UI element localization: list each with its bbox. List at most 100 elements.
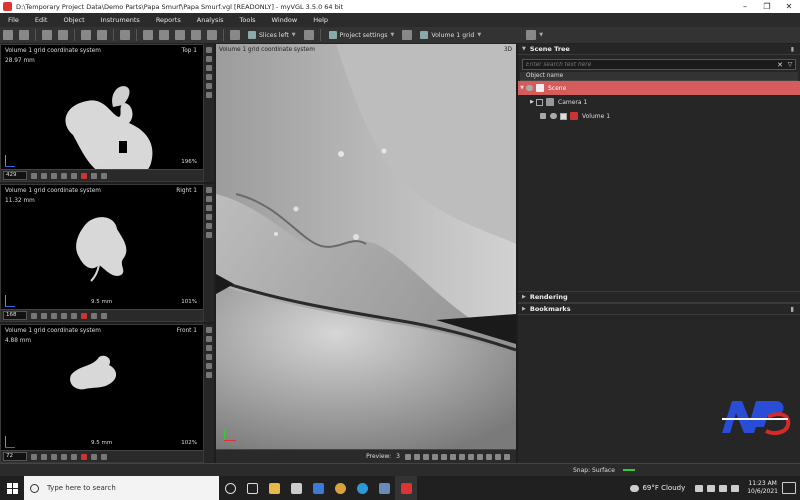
tool-icon[interactable] — [61, 312, 67, 319]
view-tool-icon[interactable] — [206, 345, 212, 351]
project-settings-dropdown[interactable]: Project settings ▼ — [324, 29, 400, 41]
expand-arrow-icon[interactable]: ▶ — [528, 99, 536, 105]
tool-icon[interactable] — [41, 312, 47, 319]
view-tool-icon[interactable] — [206, 92, 212, 98]
volume-icon[interactable] — [719, 484, 728, 492]
menu-help[interactable]: Help — [305, 16, 336, 24]
slice-view-front[interactable]: Volume 1 grid coordinate system Front 1 … — [0, 324, 204, 463]
taskbar-app-myvgl[interactable] — [395, 476, 417, 500]
visibility-icon[interactable] — [526, 85, 533, 91]
slice-view-top[interactable]: Volume 1 grid coordinate system Top 1 28… — [0, 44, 204, 182]
taskbar-app-chrome[interactable] — [329, 476, 351, 500]
redo-icon[interactable] — [58, 30, 68, 40]
tree-item-scene[interactable]: ▼ Scene — [518, 81, 800, 95]
view-tool-icon[interactable] — [206, 47, 212, 53]
tool-icon[interactable] — [91, 312, 97, 319]
view-tool-icon[interactable] — [206, 205, 212, 211]
view-tool-icon[interactable] — [206, 196, 212, 202]
minimize-button[interactable]: – — [734, 0, 756, 13]
render-tool-icon[interactable] — [477, 453, 483, 460]
slice-index-field[interactable]: 429 — [3, 171, 27, 180]
render-tool-icon[interactable] — [468, 453, 474, 460]
filter-icon[interactable]: ▽ — [785, 61, 795, 68]
render-tool-icon[interactable] — [414, 453, 420, 460]
render-tool-icon[interactable] — [486, 453, 492, 460]
tool-icon[interactable] — [51, 312, 57, 319]
3d-view[interactable]: Volume 1 grid coordinate system 3D — [216, 44, 516, 449]
delete-icon[interactable] — [81, 312, 87, 319]
tool-icon[interactable] — [31, 453, 37, 460]
menu-file[interactable]: File — [0, 16, 27, 24]
view-tool-icon[interactable] — [206, 83, 212, 89]
layout-icon[interactable] — [230, 30, 240, 40]
view-mode-icon[interactable] — [120, 30, 130, 40]
maximize-button[interactable]: ❐ — [756, 0, 778, 13]
render-tool-icon[interactable] — [450, 453, 456, 460]
slices-layout-dropdown[interactable]: Slices left ▼ — [243, 29, 301, 41]
render-tool-icon[interactable] — [459, 453, 465, 460]
view-tool-icon[interactable] — [206, 187, 212, 193]
clear-search-icon[interactable]: ✕ — [775, 61, 785, 69]
brush-icon[interactable] — [159, 30, 169, 40]
delete-icon[interactable] — [81, 453, 87, 460]
taskbar-app-explorer[interactable] — [263, 476, 285, 500]
tree-item-camera[interactable]: ▶ Camera 1 — [518, 95, 800, 109]
measure-icon[interactable] — [191, 30, 201, 40]
cortana-button[interactable] — [219, 476, 241, 500]
slice-index-field[interactable]: 168 — [3, 311, 27, 320]
tool-icon[interactable] — [71, 312, 77, 319]
tool-icon[interactable] — [51, 172, 57, 179]
taskbar-app-edge[interactable] — [351, 476, 373, 500]
view-tool-icon[interactable] — [206, 56, 212, 62]
tool-icon[interactable] — [71, 172, 77, 179]
keyboard-icon[interactable] — [731, 484, 740, 492]
tool-icon[interactable] — [71, 453, 77, 460]
tool-icon[interactable] — [41, 172, 47, 179]
move-tool-icon[interactable] — [97, 30, 107, 40]
expand-arrow-icon[interactable]: ▼ — [518, 85, 526, 91]
scene-search-input[interactable] — [523, 61, 775, 68]
fullscreen-icon[interactable] — [303, 30, 314, 40]
render-tool-icon[interactable] — [432, 453, 438, 460]
menu-analysis[interactable]: Analysis — [189, 16, 232, 24]
menu-reports[interactable]: Reports — [148, 16, 189, 24]
tree-item-volume[interactable]: Volume 1 — [518, 109, 800, 123]
align-icon[interactable] — [207, 30, 217, 40]
taskbar-app-mail[interactable] — [307, 476, 329, 500]
camera-checkbox[interactable] — [536, 98, 543, 106]
view-tool-icon[interactable] — [206, 232, 212, 238]
tool-icon[interactable] — [31, 312, 37, 319]
menu-tools[interactable]: Tools — [232, 16, 264, 24]
tool-icon[interactable] — [61, 453, 67, 460]
undo-icon[interactable] — [42, 30, 52, 40]
view-tool-icon[interactable] — [206, 354, 212, 360]
render-tool-icon[interactable] — [423, 453, 429, 460]
tool-icon[interactable] — [91, 172, 97, 179]
open-folder-icon[interactable] — [19, 30, 29, 40]
render-tool-icon[interactable] — [504, 453, 510, 460]
menu-edit[interactable]: Edit — [27, 16, 56, 24]
preview-value[interactable]: 3 — [396, 453, 400, 460]
pointer-icon[interactable] — [143, 30, 153, 40]
tool-icon[interactable] — [41, 453, 47, 460]
volume-checkbox[interactable] — [560, 112, 567, 120]
menu-window[interactable]: Window — [264, 16, 306, 24]
wrench-icon[interactable] — [402, 30, 413, 40]
render-tool-icon[interactable] — [405, 453, 411, 460]
render-tool-icon[interactable] — [441, 453, 447, 460]
view-tool-icon[interactable] — [206, 214, 212, 220]
pin-icon[interactable]: ▮ — [790, 305, 794, 313]
coordinate-system-dropdown[interactable]: Volume 1 grid ▼ — [415, 29, 486, 41]
lock-icon[interactable] — [540, 113, 546, 119]
view-tool-icon[interactable] — [206, 363, 212, 369]
visibility-icon[interactable] — [550, 113, 557, 119]
tray-chevron-icon[interactable] — [695, 484, 704, 492]
tool-icon[interactable] — [101, 172, 107, 179]
rendering-section-header[interactable]: ▶ Rendering — [518, 291, 800, 303]
object-name-column-header[interactable]: Object name — [520, 72, 798, 81]
slice-index-field[interactable]: 72 — [3, 452, 27, 461]
task-view-button[interactable] — [241, 476, 263, 500]
scene-tree-header[interactable]: ▼ Scene Tree ▮ — [518, 44, 800, 55]
taskbar-clock[interactable]: 11:23 AM 10/6/2021 — [747, 480, 778, 496]
delete-icon[interactable] — [81, 172, 87, 179]
